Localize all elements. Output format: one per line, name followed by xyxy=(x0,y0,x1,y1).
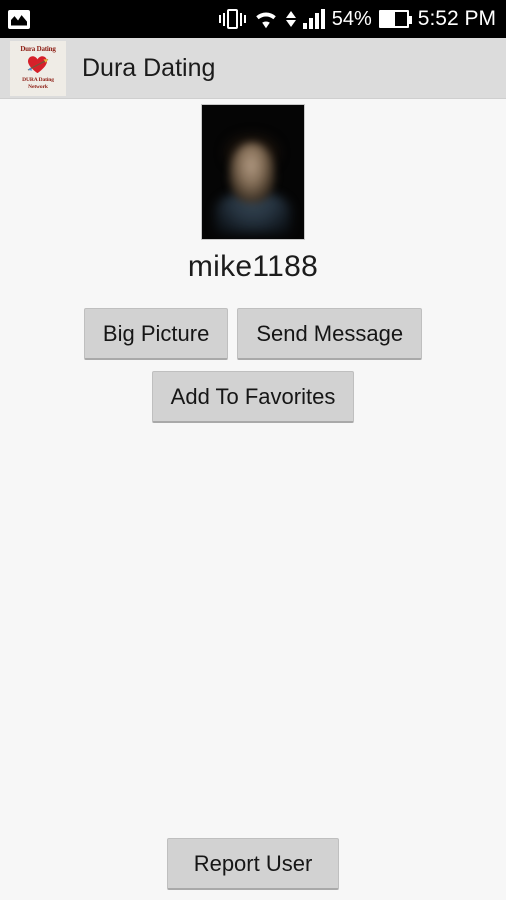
profile-username: mike1188 xyxy=(187,250,319,283)
report-user-button[interactable]: Report User xyxy=(166,837,340,890)
logo-bottom-line2: Network xyxy=(28,83,48,90)
profile-photo[interactable] xyxy=(201,104,305,240)
wifi-icon xyxy=(253,9,279,29)
vibrate-icon xyxy=(218,8,246,30)
send-message-button[interactable]: Send Message xyxy=(237,308,423,361)
app-title: Dura Dating xyxy=(82,53,216,82)
clock-label: 5:52 PM xyxy=(417,7,496,30)
battery-percent-label: 54% xyxy=(331,7,372,30)
app-screen: 54% 5:52 PM Dura Dating DURA Dating Netw… xyxy=(0,0,506,900)
logo-heart-icon xyxy=(25,54,51,76)
status-bar-right: 54% 5:52 PM xyxy=(218,7,496,31)
status-bar-left xyxy=(8,9,30,29)
battery-icon xyxy=(378,10,412,28)
main-content: mike1188 Big Picture Send Message Add To… xyxy=(0,99,506,900)
gallery-icon xyxy=(8,9,30,29)
secondary-action-row: Add To Favorites xyxy=(151,371,355,424)
data-arrows-icon xyxy=(285,9,296,30)
primary-action-row: Big Picture Send Message xyxy=(83,308,423,361)
report-action-row: Report User xyxy=(166,837,340,900)
big-picture-button[interactable]: Big Picture xyxy=(83,308,229,361)
signal-bars-icon xyxy=(302,9,325,29)
photo-face-region xyxy=(229,142,276,203)
dura-dating-logo-icon: Dura Dating DURA Dating Network xyxy=(10,40,66,96)
status-bar: 54% 5:52 PM xyxy=(0,0,506,38)
cupid-arrow-icon xyxy=(27,59,49,71)
logo-top-text: Dura Dating xyxy=(20,45,56,54)
logo-bottom-text: DURA Dating Network xyxy=(22,77,54,90)
logo-bottom-line1: DURA Dating xyxy=(22,77,54,84)
app-bar: Dura Dating DURA Dating Network Dura Dat… xyxy=(0,38,506,99)
add-to-favorites-button[interactable]: Add To Favorites xyxy=(151,371,355,424)
